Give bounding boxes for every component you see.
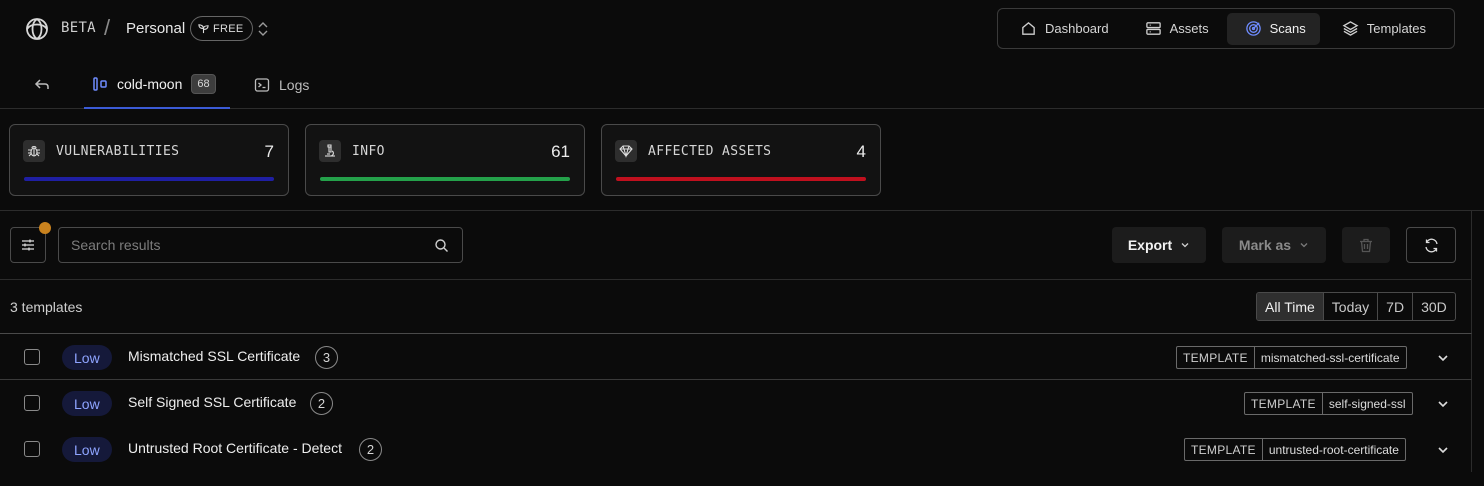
template-tag-key: TEMPLATE bbox=[1185, 439, 1263, 460]
tab-logs-label: Logs bbox=[279, 76, 310, 93]
sliders-icon bbox=[21, 238, 35, 252]
range-all-time[interactable]: All Time bbox=[1257, 293, 1323, 320]
logo-icon[interactable] bbox=[24, 16, 50, 42]
filter-active-indicator bbox=[39, 222, 51, 234]
nav-assets-label: Assets bbox=[1169, 21, 1209, 36]
stat-card-info[interactable]: INFO 61 bbox=[305, 124, 585, 196]
top-bar: BETA / Personal FREE Dashboard Assets Sc… bbox=[0, 0, 1484, 60]
nav-scans-label: Scans bbox=[1269, 21, 1306, 36]
chevron-down-icon[interactable] bbox=[1436, 397, 1450, 411]
terminal-icon bbox=[254, 77, 270, 93]
bug-icon bbox=[23, 140, 45, 162]
microscope-icon bbox=[319, 140, 341, 162]
template-tag-value: self-signed-ssl bbox=[1328, 396, 1406, 411]
template-tag-value: mismatched-ssl-certificate bbox=[1260, 350, 1400, 365]
nav-dashboard[interactable]: Dashboard bbox=[1002, 13, 1123, 45]
home-icon bbox=[1020, 20, 1037, 37]
nav-dashboard-label: Dashboard bbox=[1045, 21, 1109, 36]
severity-badge: Low bbox=[62, 391, 112, 416]
row-count-badge: 2 bbox=[359, 438, 382, 461]
tab-logs[interactable]: Logs bbox=[254, 60, 309, 109]
template-tag-key: TEMPLATE bbox=[1245, 393, 1323, 414]
chevron-down-icon[interactable] bbox=[1436, 351, 1450, 365]
stat-value: 7 bbox=[264, 142, 274, 161]
stat-bar bbox=[24, 177, 274, 181]
table-row[interactable]: Low Untrusted Root Certificate - Detect … bbox=[0, 426, 1472, 472]
export-label: Export bbox=[1127, 237, 1173, 253]
time-range-selector: All Time Today 7D 30D bbox=[1256, 292, 1456, 321]
nav-assets[interactable]: Assets bbox=[1127, 13, 1223, 45]
nav-templates-label: Templates bbox=[1366, 21, 1427, 36]
nav-scans[interactable]: Scans bbox=[1226, 12, 1320, 45]
template-tag-key: TEMPLATE bbox=[1177, 347, 1255, 368]
table-row[interactable]: Low Mismatched SSL Certificate 3 TEMPLAT… bbox=[0, 334, 1472, 380]
search-icon[interactable] bbox=[434, 238, 449, 253]
results-toolbar: Export Mark as bbox=[0, 211, 1472, 280]
template-tag: TEMPLATE self-signed-ssl bbox=[1244, 392, 1413, 415]
stats-section: VULNERABILITIES 7 INFO 61 AFFECTED ASSET… bbox=[0, 109, 1484, 211]
severity-badge: Low bbox=[62, 437, 112, 462]
stat-label: VULNERABILITIES bbox=[56, 144, 180, 159]
stat-bar bbox=[616, 177, 866, 181]
range-7d[interactable]: 7D bbox=[1377, 293, 1412, 320]
sprout-icon bbox=[198, 23, 209, 34]
target-icon bbox=[1245, 20, 1262, 37]
stat-bar bbox=[320, 177, 570, 181]
main-nav: Dashboard Assets Scans Templates bbox=[997, 8, 1455, 49]
export-button[interactable]: Export bbox=[1112, 227, 1206, 263]
row-name[interactable]: Untrusted Root Certificate - Detect bbox=[128, 440, 342, 456]
results-count: 3 templates bbox=[10, 299, 83, 315]
workspace-name[interactable]: Personal bbox=[126, 20, 185, 37]
mark-as-button[interactable]: Mark as bbox=[1222, 227, 1326, 263]
diamond-icon bbox=[615, 140, 637, 162]
row-name[interactable]: Mismatched SSL Certificate bbox=[128, 348, 300, 364]
plan-label: FREE bbox=[213, 22, 244, 35]
stat-card-affected-assets[interactable]: AFFECTED ASSETS 4 bbox=[601, 124, 881, 196]
scan-count-badge: 68 bbox=[191, 73, 216, 94]
delete-button[interactable] bbox=[1342, 227, 1390, 263]
scan-tab-row: cold-moon 68 Logs bbox=[0, 60, 1484, 109]
chevrons-up-down-icon[interactable] bbox=[256, 21, 270, 37]
stat-value: 61 bbox=[551, 142, 570, 161]
chevron-down-icon[interactable] bbox=[1436, 443, 1450, 457]
server-icon bbox=[1145, 20, 1162, 37]
breadcrumb-separator: / bbox=[104, 15, 111, 40]
row-checkbox[interactable] bbox=[24, 395, 40, 411]
nav-templates[interactable]: Templates bbox=[1324, 13, 1440, 45]
severity-badge: Low bbox=[62, 345, 112, 370]
row-name[interactable]: Self Signed SSL Certificate bbox=[128, 394, 296, 410]
chevron-down-icon bbox=[1180, 240, 1190, 250]
stat-card-vulnerabilities[interactable]: VULNERABILITIES 7 bbox=[9, 124, 289, 196]
search-input[interactable] bbox=[58, 227, 463, 263]
row-checkbox[interactable] bbox=[24, 441, 40, 457]
scan-progress-icon bbox=[92, 76, 108, 92]
template-tag: TEMPLATE untrusted-root-certificate bbox=[1184, 438, 1406, 461]
stat-label: INFO bbox=[352, 144, 385, 159]
tab-scan[interactable]: cold-moon 68 bbox=[84, 60, 230, 109]
stat-value: 4 bbox=[856, 142, 866, 161]
beta-label: BETA bbox=[61, 20, 96, 36]
row-checkbox[interactable] bbox=[24, 349, 40, 365]
scan-name: cold-moon bbox=[117, 75, 183, 92]
stat-label: AFFECTED ASSETS bbox=[648, 144, 772, 159]
range-today[interactable]: Today bbox=[1322, 293, 1377, 320]
row-count-badge: 2 bbox=[310, 392, 333, 415]
row-count-badge: 3 bbox=[315, 346, 338, 369]
refresh-button[interactable] bbox=[1406, 227, 1456, 263]
chevron-down-icon bbox=[1299, 240, 1309, 250]
range-30d[interactable]: 30D bbox=[1412, 293, 1455, 320]
layers-icon bbox=[1342, 20, 1359, 37]
back-arrow-icon[interactable] bbox=[33, 75, 51, 93]
table-row[interactable]: Low Self Signed SSL Certificate 2 TEMPLA… bbox=[0, 380, 1472, 426]
trash-icon bbox=[1359, 238, 1373, 253]
plan-badge: FREE bbox=[190, 16, 253, 41]
template-tag: TEMPLATE mismatched-ssl-certificate bbox=[1176, 346, 1407, 369]
refresh-icon bbox=[1423, 237, 1440, 254]
results-header: 3 templates All Time Today 7D 30D bbox=[0, 280, 1472, 334]
template-tag-value: untrusted-root-certificate bbox=[1268, 442, 1399, 457]
mark-as-label: Mark as bbox=[1238, 237, 1292, 253]
